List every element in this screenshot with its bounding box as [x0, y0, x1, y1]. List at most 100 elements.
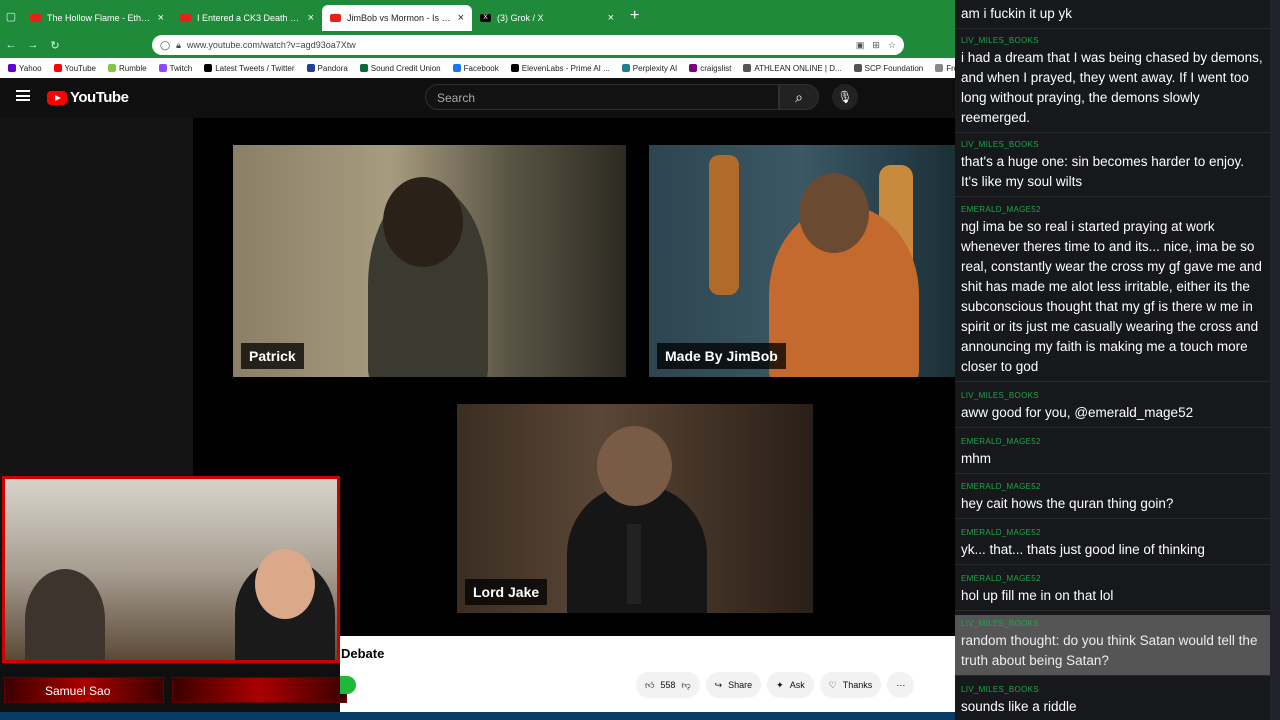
- streamer-name-plate: Samuel Sao: [4, 677, 164, 703]
- webcam-overlay: [2, 476, 340, 663]
- chat-message: am i fuckin it up yk: [955, 0, 1270, 29]
- bookmark-item[interactable]: craigslist: [689, 64, 731, 73]
- guitar-image: [709, 155, 739, 295]
- browser-tab-active[interactable]: JimBob vs Mormon - Is Mormo ×: [322, 5, 472, 31]
- bookmark-label: From Google Ch...: [946, 63, 955, 73]
- chat-text: am i fuckin it up yk: [961, 6, 1073, 21]
- ask-label: Ask: [789, 680, 805, 690]
- bookmark-item[interactable]: Pandora: [306, 64, 348, 73]
- bookmark-item[interactable]: Yahoo: [8, 64, 42, 73]
- chat-scrollbar[interactable]: [1270, 0, 1280, 720]
- thanks-label: Thanks: [842, 680, 873, 690]
- new-tab-icon[interactable]: +: [630, 7, 639, 25]
- chat-message: EMERALD_MAGE52 hol up fill me in on that…: [955, 570, 1270, 611]
- bookmark-item[interactable]: Latest Tweets / Twitter: [204, 64, 295, 73]
- microphone-icon[interactable]: 🎙︎: [832, 84, 858, 110]
- bookmark-label: ATHLEAN ONLINE | D...: [754, 63, 842, 73]
- bookmark-label: Twitch: [169, 63, 193, 73]
- elevenlabs-icon: [510, 64, 519, 72]
- share-button[interactable]: ↪ Share: [705, 672, 762, 698]
- craigslist-icon: [689, 64, 698, 72]
- yahoo-icon: [8, 64, 16, 72]
- chat-panel: am i fuckin it up yk LIV_MILES_BOOKS i h…: [955, 0, 1280, 720]
- close-icon[interactable]: ×: [158, 12, 164, 24]
- bookmark-label: Rumble: [118, 63, 147, 73]
- tab-overview-icon[interactable]: ▢: [0, 10, 22, 23]
- search-icon[interactable]: ⌕: [779, 84, 819, 110]
- youtube-icon: [53, 64, 62, 72]
- bookmark-item[interactable]: Perplexity AI: [621, 63, 678, 73]
- chat-message: EMERALD_MAGE52 yk... that... thats just …: [955, 524, 1270, 565]
- chat-message: EMERALD_MAGE52 hey cait hows the quran t…: [955, 478, 1270, 519]
- logo-text: YouTube: [70, 89, 129, 106]
- chat-username: EMERALD_MAGE52: [961, 437, 1041, 446]
- search-input[interactable]: Search: [425, 84, 779, 110]
- folder-icon: [935, 64, 944, 72]
- thanks-button[interactable]: ♡ Thanks: [819, 672, 882, 698]
- chat-username: EMERALD_MAGE52: [961, 528, 1041, 537]
- video-actions: 👍︎ 558 👎︎ ↪ Share ✦ Ask ♡ Thanks ⋯: [636, 672, 915, 698]
- bookmark-item[interactable]: ElevenLabs - Prime AI ...: [510, 63, 610, 73]
- microphone-image: [627, 524, 641, 604]
- thumbs-down-icon[interactable]: 👎︎: [681, 680, 690, 691]
- browser-tab[interactable]: The Hollow Flame - Ethereal Da ×: [22, 5, 172, 31]
- browser-tab[interactable]: I Entered a CK3 Death Race Ag ×: [172, 5, 322, 31]
- chat-username: LIV_MILES_BOOKS: [961, 36, 1039, 45]
- forward-icon[interactable]: →: [22, 39, 44, 51]
- bookmark-item[interactable]: SCP Foundation: [853, 64, 923, 73]
- reload-icon[interactable]: ↻: [44, 39, 66, 52]
- participant-name: Lord Jake: [465, 579, 548, 605]
- like-button[interactable]: 👍︎ 558 👎︎: [636, 672, 700, 698]
- browser-tab[interactable]: X (3) Grok / X ×: [472, 5, 622, 31]
- bookmark-item[interactable]: YouTube: [53, 63, 96, 73]
- chat-message: LIV_MILES_BOOKS that's a huge one: sin b…: [955, 136, 1270, 197]
- chat-message: EMERALD_MAGE52 ngl ima be so real i star…: [955, 201, 1270, 382]
- bookmark-item[interactable]: Sound Credit Union: [359, 64, 441, 73]
- youtube-icon: [330, 14, 341, 22]
- bookmark-item[interactable]: ATHLEAN ONLINE | D...: [743, 63, 842, 73]
- globe-icon: [853, 64, 862, 72]
- close-icon[interactable]: ×: [608, 12, 614, 24]
- address-bar[interactable]: ◯ 🔒︎ www.youtube.com/watch?v=agd93oa7Xtw…: [152, 35, 904, 55]
- pip-icon[interactable]: ▣: [856, 40, 865, 51]
- globe-icon: [743, 64, 752, 72]
- participant-head: [799, 173, 869, 253]
- bank-icon: [359, 64, 368, 72]
- video-title: Debate: [341, 646, 385, 661]
- facebook-icon: [452, 64, 461, 72]
- bookmark-folder[interactable]: From Google Ch...: [935, 64, 955, 73]
- bookmark-label: ElevenLabs - Prime AI ...: [521, 63, 610, 73]
- youtube-icon: [30, 14, 41, 22]
- chat-username: EMERALD_MAGE52: [961, 482, 1041, 491]
- chat-message: LIV_MILES_BOOKS i had a dream that I was…: [955, 32, 1270, 133]
- close-icon[interactable]: ×: [458, 12, 464, 24]
- chat-username: LIV_MILES_BOOKS: [961, 619, 1039, 628]
- url-text: www.youtube.com/watch?v=agd93oa7Xtw: [186, 40, 356, 50]
- menu-icon[interactable]: [16, 90, 30, 101]
- more-button[interactable]: ⋯: [887, 672, 915, 698]
- tab-title: I Entered a CK3 Death Race Ag: [197, 13, 302, 23]
- x-icon: [204, 64, 213, 72]
- participant-head: [597, 426, 672, 506]
- bookmark-item[interactable]: Facebook: [452, 63, 499, 73]
- back-icon[interactable]: ←: [0, 39, 22, 51]
- bookmark-label: Perplexity AI: [632, 63, 678, 73]
- close-icon[interactable]: ×: [308, 12, 314, 24]
- participant-name: Made By JimBob: [657, 343, 786, 369]
- chat-text: mhm: [961, 451, 991, 466]
- chat-text: i had a dream that I was being chased by…: [961, 50, 1263, 125]
- save-icon[interactable]: ⊞: [872, 40, 880, 51]
- chat-text: aww good for you, @emerald_mage52: [961, 405, 1194, 420]
- tab-title: JimBob vs Mormon - Is Mormo: [347, 13, 452, 23]
- bookmark-item[interactable]: Twitch: [158, 63, 193, 73]
- bookmark-label: Facebook: [463, 63, 499, 73]
- bookmark-label: YouTube: [64, 63, 96, 73]
- video-participant-tile: Patrick: [233, 145, 626, 377]
- youtube-logo[interactable]: YouTube: [47, 89, 129, 106]
- youtube-play-icon: [47, 90, 67, 105]
- chat-message: EMERALD_MAGE52 mhm: [955, 433, 1270, 474]
- bookmark-item[interactable]: Rumble: [107, 63, 147, 73]
- chat-message-highlighted: LIV_MILES_BOOKS random thought: do you t…: [955, 615, 1270, 676]
- star-icon[interactable]: ☆: [888, 40, 896, 51]
- ask-button[interactable]: ✦ Ask: [767, 672, 814, 698]
